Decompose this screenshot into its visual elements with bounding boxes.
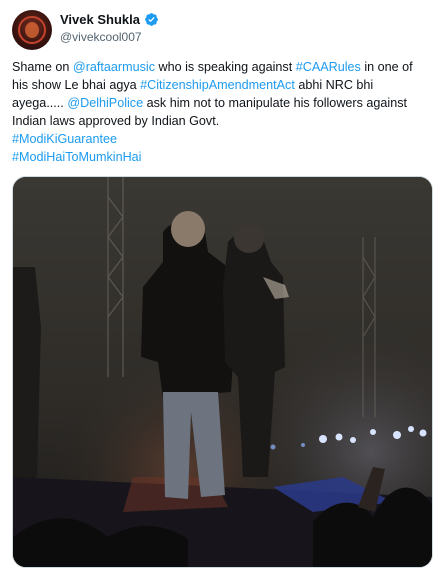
author-name-row: Vivek Shukla [60, 12, 159, 27]
tweet-text-line: #ModiHaiToMumkinHai [12, 148, 432, 166]
tweet-text-segment: his show Le bhai agya [12, 78, 141, 92]
tweet-text-segment: ayega..... [12, 96, 68, 110]
hashtag-link[interactable]: #ModiKiGuarantee [12, 132, 117, 146]
author-display-name[interactable]: Vivek Shukla [60, 12, 140, 27]
tweet-text-segment: who is speaking against [155, 60, 296, 74]
mention-link[interactable]: @DelhiPolice [67, 96, 143, 110]
tweet-text-line: Indian laws approved by Indian Govt. [12, 112, 432, 130]
tweet-video[interactable] [12, 176, 433, 568]
tweet-text-line: ayega..... @DelhiPolice ask him not to m… [12, 94, 432, 112]
avatar-glow [25, 22, 39, 38]
tweet-header: Vivek Shukla @vivekcool007 [12, 10, 432, 50]
tweet-text: Shame on @raftaarmusic who is speaking a… [12, 58, 432, 166]
tweet-text-line: his show Le bhai agya #CitizenshipAmendm… [12, 76, 432, 94]
tweet-text-line: Shame on @raftaarmusic who is speaking a… [12, 58, 432, 76]
tweet-text-segment: abhi NRC bhi [294, 78, 374, 92]
hashtag-link[interactable]: #ModiHaiToMumkinHai [12, 150, 141, 164]
concert-stage-video [13, 177, 432, 567]
tweet-text-segment: Indian laws approved by Indian Govt. [12, 114, 220, 128]
tweet-text-segment: Shame on [12, 60, 73, 74]
hashtag-link[interactable]: #CitizenshipAmendmentAct [140, 78, 295, 92]
tweet-text-segment: ask him not to manipulate his followers … [143, 96, 408, 110]
tweet-text-segment: in one of [360, 60, 413, 74]
hashtag-link[interactable]: #CAARules [296, 60, 361, 74]
author-handle[interactable]: @vivekcool007 [60, 30, 142, 44]
avatar[interactable] [12, 10, 52, 50]
mention-link[interactable]: @raftaarmusic [73, 60, 155, 74]
verified-badge-icon [145, 13, 158, 26]
tweet-text-line: #ModiKiGuarantee [12, 130, 432, 148]
